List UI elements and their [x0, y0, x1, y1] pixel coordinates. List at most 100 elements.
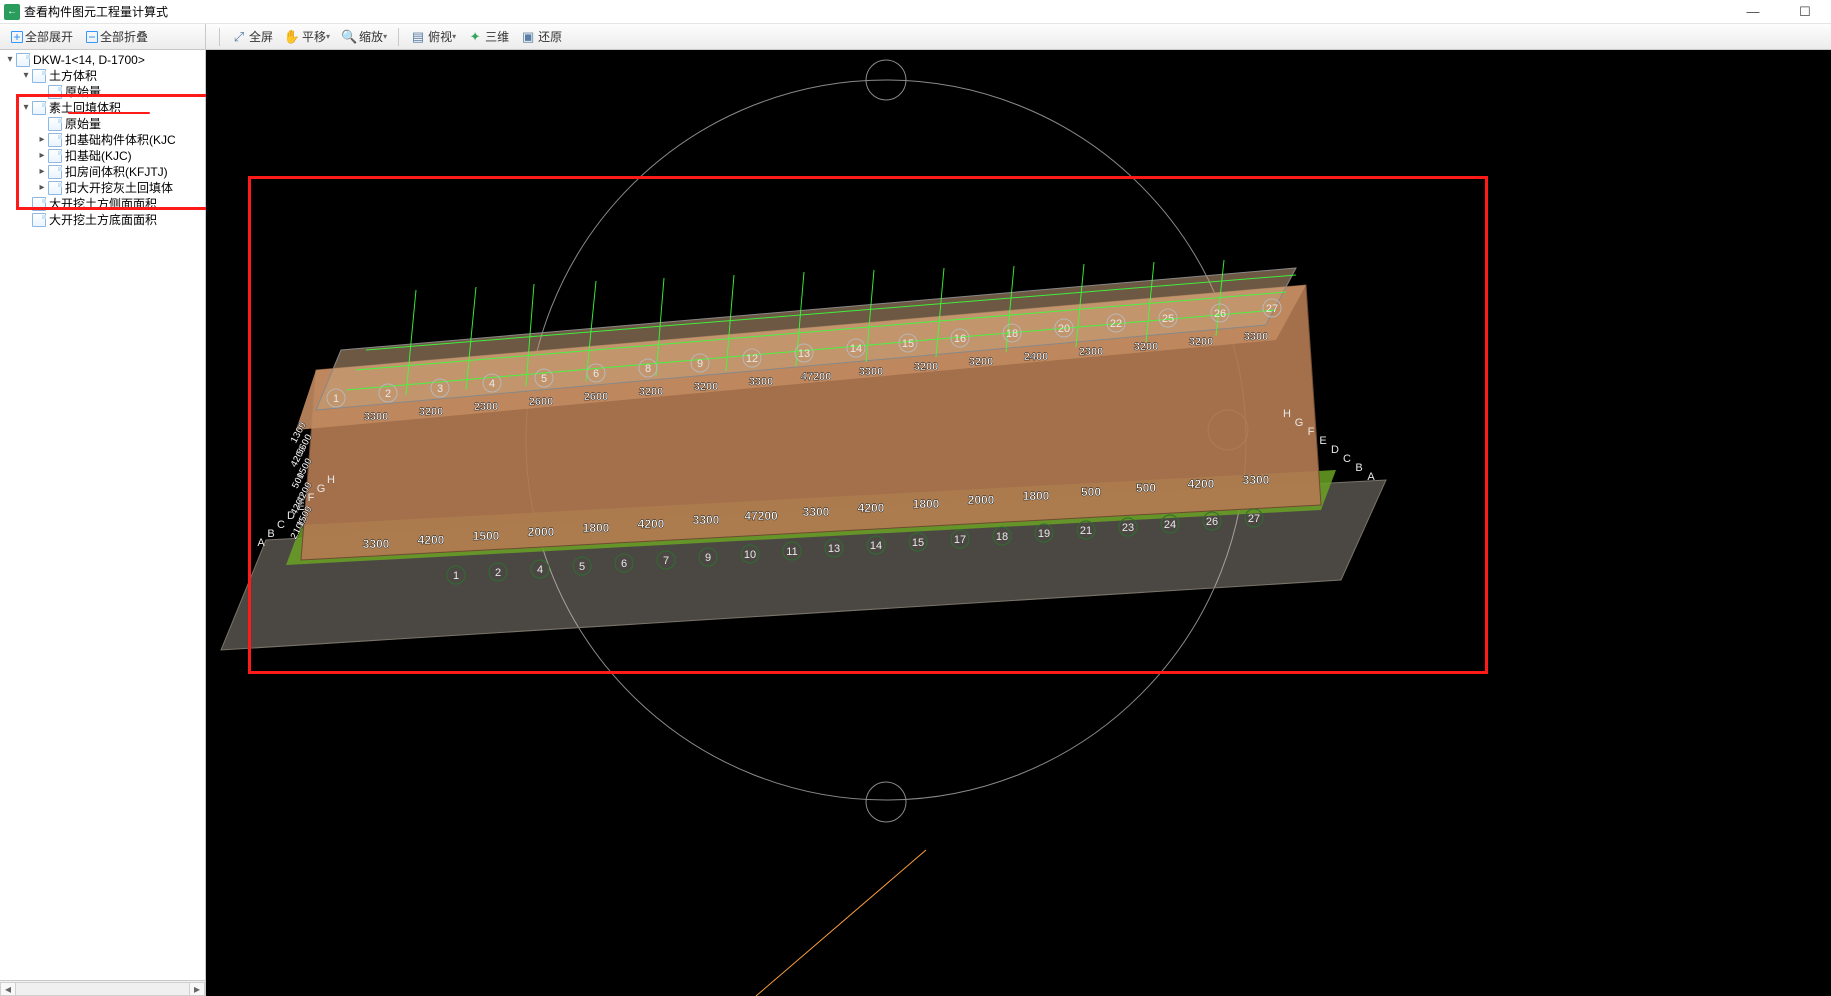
svg-text:10: 10	[744, 549, 756, 561]
svg-text:4200: 4200	[1188, 477, 1215, 491]
viewport-svg: 123456891213141516182022252627 124567910…	[206, 50, 1831, 996]
svg-text:H: H	[1283, 408, 1291, 420]
svg-text:3200: 3200	[1189, 336, 1213, 348]
tree-node-backfill[interactable]: 素土回填体积	[0, 100, 205, 116]
svg-text:E: E	[1319, 435, 1326, 447]
doc-icon	[16, 53, 30, 67]
svg-text:4: 4	[489, 378, 495, 390]
tree-node-bf-foundation-vol[interactable]: 扣基础构件体积(KJC	[0, 132, 205, 148]
svg-text:2300: 2300	[1079, 346, 1103, 358]
doc-icon	[48, 117, 62, 131]
svg-text:2000: 2000	[968, 493, 995, 507]
zoom-button[interactable]: 🔍缩放▾	[336, 26, 392, 47]
svg-text:2000: 2000	[528, 525, 555, 539]
chevron-down-icon: ▾	[452, 32, 456, 41]
svg-text:13: 13	[798, 348, 810, 360]
svg-text:20: 20	[1058, 323, 1070, 335]
scroll-track[interactable]	[16, 982, 189, 996]
perspective-icon: ▤	[410, 29, 426, 45]
svg-text:1800: 1800	[913, 497, 940, 511]
doc-icon	[32, 197, 46, 211]
svg-text:C: C	[277, 519, 285, 531]
svg-text:5: 5	[579, 561, 585, 573]
tree-label: 大开挖土方底面面积	[48, 212, 158, 228]
svg-text:3300: 3300	[749, 376, 773, 388]
svg-text:B: B	[1355, 462, 1362, 474]
tree-node-bf-foundation[interactable]: 扣基础(KJC)	[0, 148, 205, 164]
tree-node-root[interactable]: DKW-1<14, D-1700>	[0, 52, 205, 68]
scroll-right-icon[interactable]: ▸	[189, 982, 205, 996]
expand-all-label: 全部展开	[25, 28, 73, 45]
doc-icon	[32, 213, 46, 227]
doc-icon	[48, 165, 62, 179]
collapse-all-button[interactable]: 全部折叠	[81, 26, 153, 47]
svg-text:13: 13	[828, 543, 840, 555]
tree-node-earth-vol[interactable]: 土方体积	[0, 68, 205, 84]
perspective-button[interactable]: ▤俯视▾	[405, 26, 461, 47]
tree-node-earth-orig[interactable]: 原始量	[0, 84, 205, 100]
zoom-label: 缩放	[359, 28, 383, 45]
svg-text:A: A	[1367, 471, 1375, 483]
svg-text:15: 15	[902, 338, 914, 350]
collapse-all-label: 全部折叠	[100, 28, 148, 45]
svg-text:7: 7	[663, 555, 669, 567]
svg-text:2600: 2600	[584, 391, 608, 403]
tree-expand-icon[interactable]	[36, 164, 48, 180]
doc-icon	[48, 85, 62, 99]
tree-node-side-area[interactable]: 大开挖土方侧面面积	[0, 196, 205, 212]
tree-horizontal-scrollbar[interactable]: ◂ ▸	[0, 980, 205, 996]
svg-text:15: 15	[912, 537, 924, 549]
tree-label: 素土回填体积	[48, 100, 122, 116]
tree-node-bf-room-vol[interactable]: 扣房间体积(KFJTJ)	[0, 164, 205, 180]
svg-text:14: 14	[870, 540, 882, 552]
maximize-button[interactable]: ☐	[1791, 2, 1819, 22]
svg-text:4200: 4200	[858, 501, 885, 515]
tree-expand-icon[interactable]	[20, 100, 32, 116]
separator	[219, 28, 220, 46]
fullscreen-button[interactable]: ⤢全屏	[226, 26, 278, 47]
minimize-button[interactable]: —	[1739, 2, 1767, 22]
svg-text:2600: 2600	[529, 396, 553, 408]
svg-text:3200: 3200	[639, 386, 663, 398]
tree-expand-icon[interactable]	[4, 52, 16, 68]
body: DKW-1<14, D-1700> 土方体积 原始量 素土回填体积	[0, 50, 1831, 996]
scroll-left-icon[interactable]: ◂	[0, 982, 16, 996]
svg-text:22: 22	[1110, 318, 1122, 330]
tree-node-bottom-area[interactable]: 大开挖土方底面面积	[0, 212, 205, 228]
pan-button[interactable]: ✋平移▾	[279, 26, 335, 47]
svg-text:H: H	[327, 474, 335, 486]
svg-text:4: 4	[537, 564, 543, 576]
svg-text:2300: 2300	[474, 401, 498, 413]
svg-text:3300: 3300	[1244, 331, 1268, 343]
tree-expand-icon[interactable]	[36, 132, 48, 148]
toolbar: 全部展开 全部折叠 ⤢全屏 ✋平移▾ 🔍缩放▾ ▤俯视▾ ✦三维 ▣还原	[0, 24, 1831, 50]
tree-expand-icon[interactable]	[36, 180, 48, 196]
restore-button[interactable]: ▣还原	[515, 26, 567, 47]
three-d-label: 三维	[485, 28, 509, 45]
tree-node-bf-large-excav[interactable]: 扣大开挖灰土回填体	[0, 180, 205, 196]
three-d-button[interactable]: ✦三维	[462, 26, 514, 47]
tree-expand-icon[interactable]	[20, 68, 32, 84]
expand-all-button[interactable]: 全部展开	[6, 26, 78, 47]
tree-toolbar: 全部展开 全部折叠	[0, 24, 206, 49]
svg-text:21: 21	[1080, 525, 1092, 537]
svg-text:3200: 3200	[694, 381, 718, 393]
svg-text:B: B	[267, 528, 274, 540]
viewport-3d[interactable]: 123456891213141516182022252627 124567910…	[206, 50, 1831, 996]
svg-text:27: 27	[1248, 513, 1260, 525]
svg-text:3200: 3200	[969, 356, 993, 368]
tree-expand-icon[interactable]	[36, 148, 48, 164]
svg-text:2400: 2400	[1024, 351, 1048, 363]
svg-text:1500: 1500	[473, 529, 500, 543]
svg-text:23: 23	[1122, 522, 1134, 534]
svg-text:26: 26	[1206, 516, 1218, 528]
tree-label: 原始量	[64, 116, 102, 132]
tree-label: 扣基础(KJC)	[64, 148, 133, 164]
app-icon	[4, 4, 20, 20]
svg-text:3300: 3300	[803, 505, 830, 519]
restore-label: 还原	[538, 28, 562, 45]
tree-label: 扣大开挖灰土回填体	[64, 180, 174, 196]
tree-node-bf-orig[interactable]: 原始量	[0, 116, 205, 132]
svg-text:2: 2	[385, 388, 391, 400]
tree-view[interactable]: DKW-1<14, D-1700> 土方体积 原始量 素土回填体积	[0, 50, 205, 980]
